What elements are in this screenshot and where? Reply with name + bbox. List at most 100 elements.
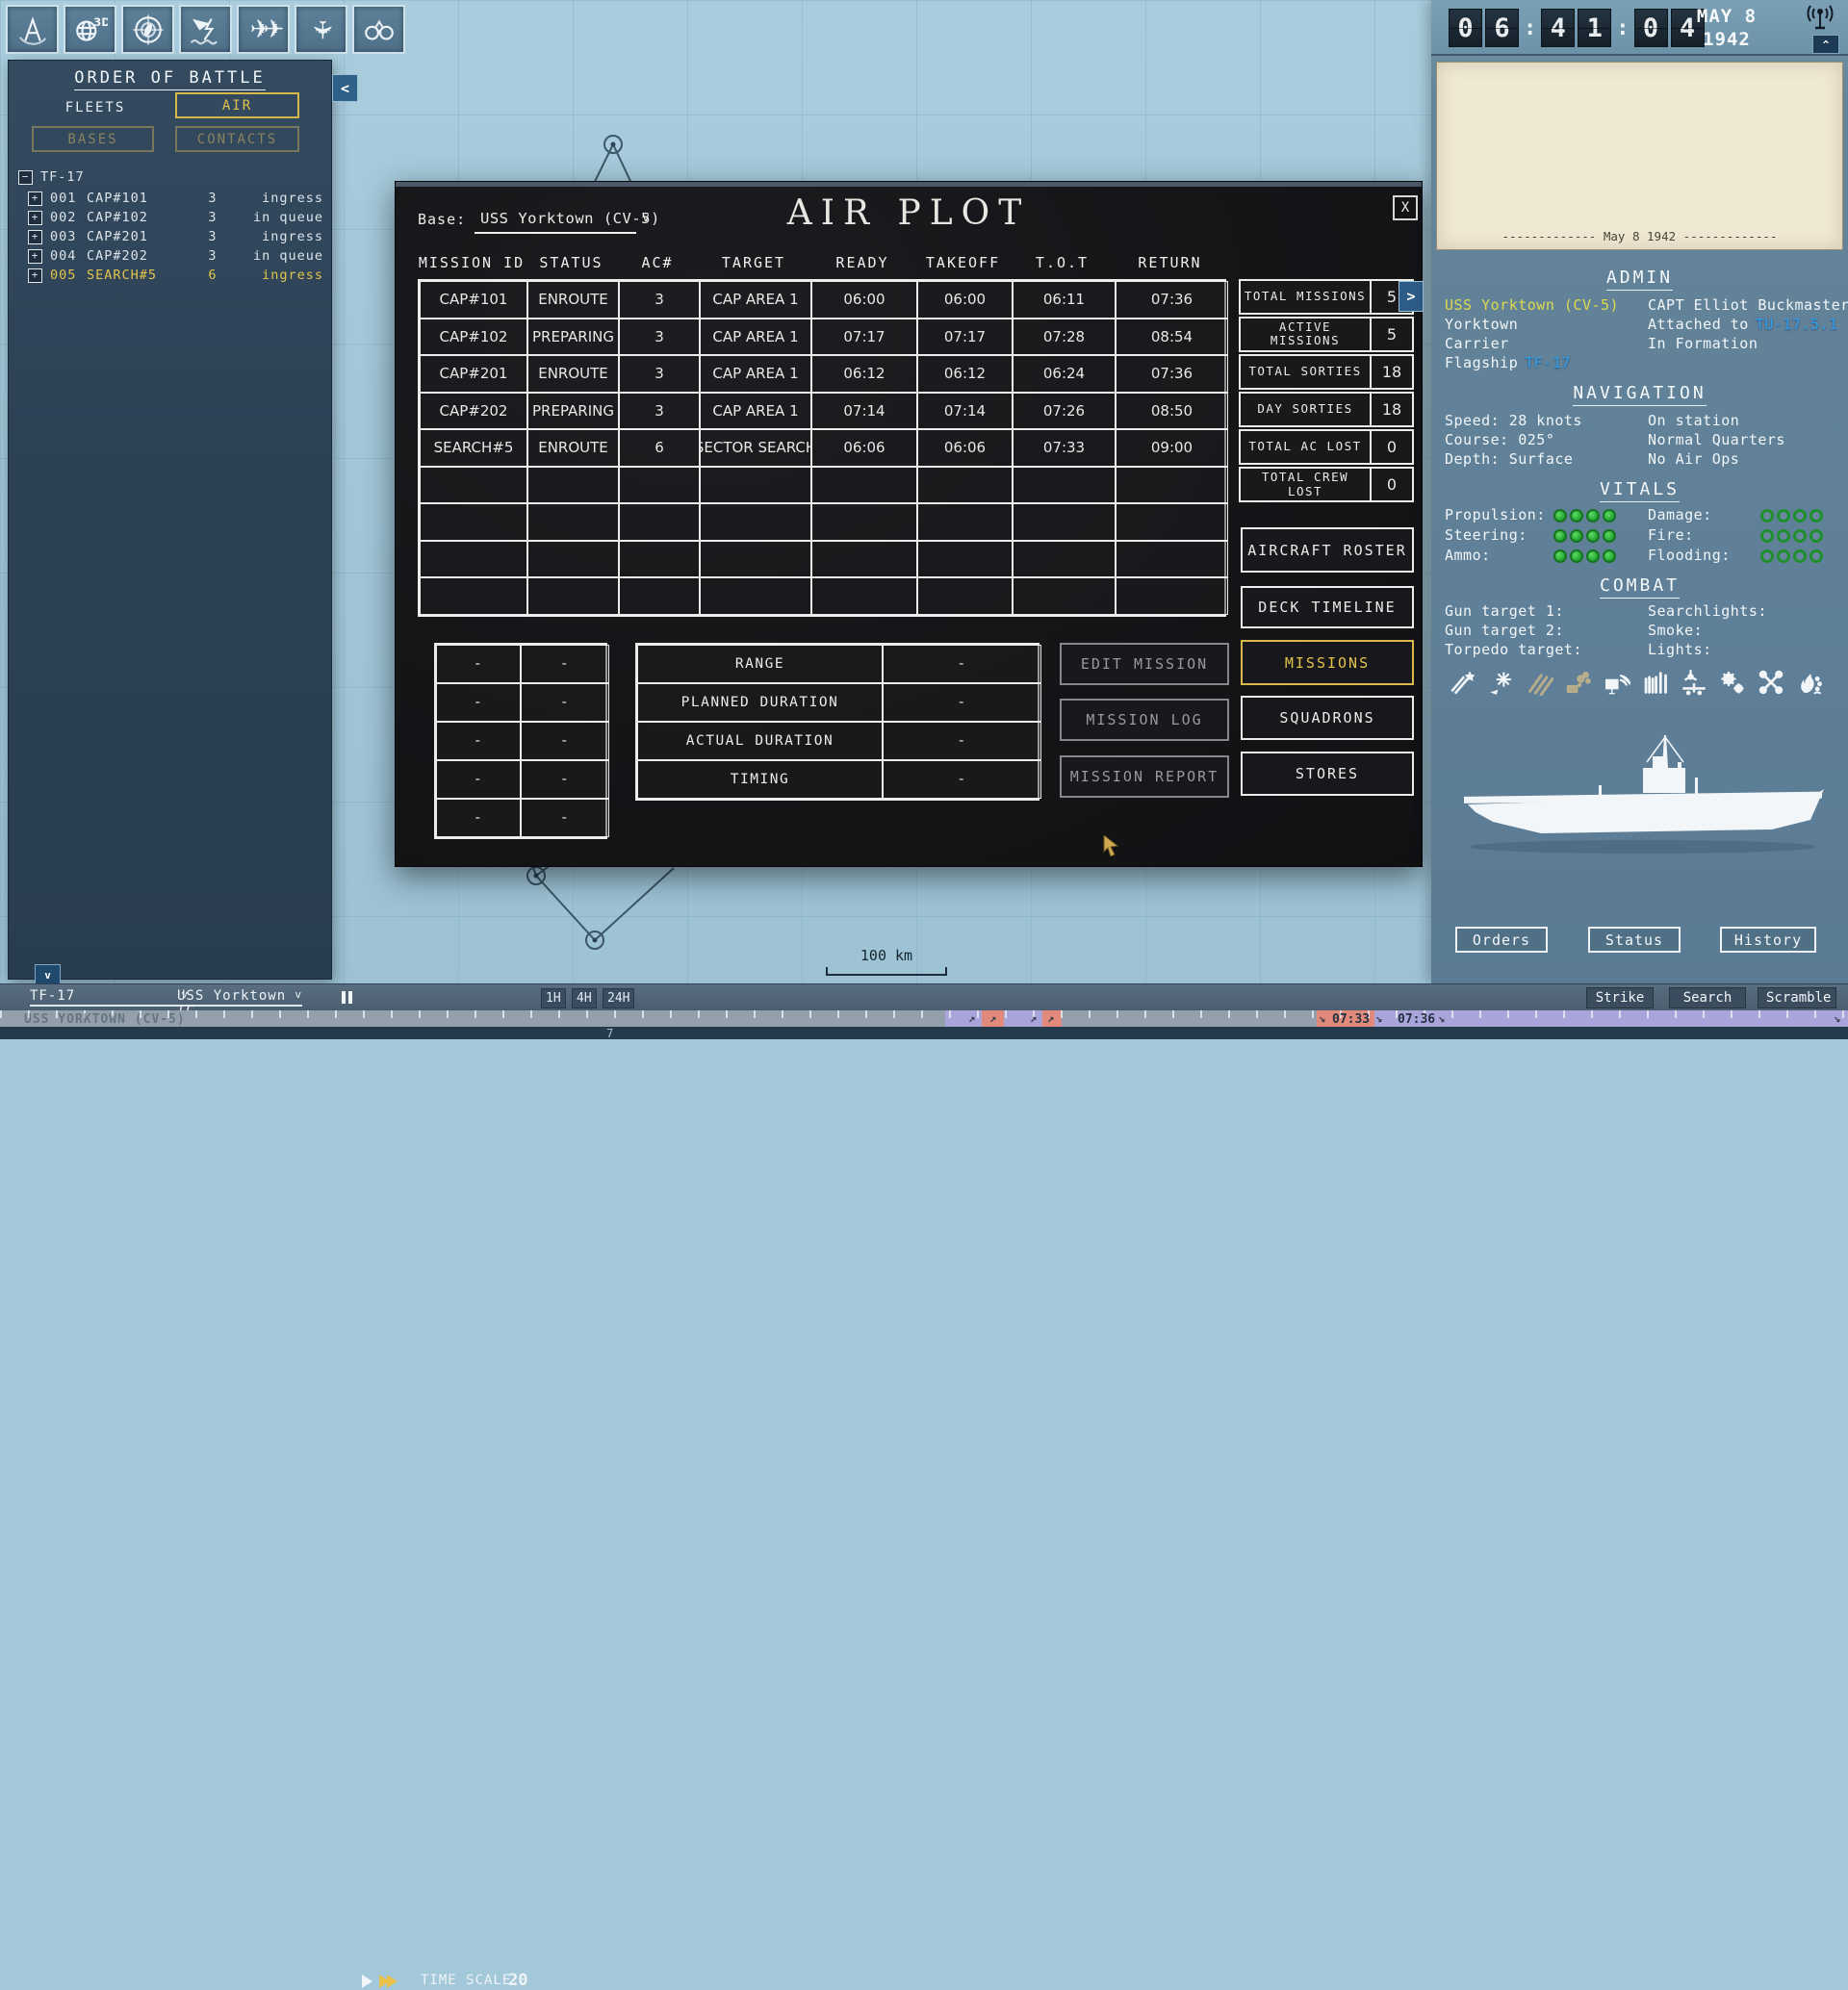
recovery-time-2: 07:36 bbox=[1398, 1012, 1435, 1027]
expand-node-icon[interactable]: + bbox=[28, 191, 42, 206]
timescale-4h-button[interactable]: 4H bbox=[572, 988, 597, 1008]
mission-totals: TOTAL MISSIONS 5 ACTIVE MISSIONS 5 TOTAL… bbox=[1239, 279, 1414, 505]
table-row[interactable]: CAP#201 bbox=[420, 355, 527, 393]
radar-scope-button[interactable] bbox=[121, 5, 174, 54]
empty-row bbox=[420, 503, 527, 541]
expand-node-icon[interactable]: + bbox=[28, 249, 42, 264]
oob-group-label: TF-17 bbox=[40, 169, 85, 185]
play-button[interactable] bbox=[362, 1975, 372, 1988]
attached-row: Attached toTU-17.5.1 bbox=[1648, 316, 1838, 333]
range-value: - bbox=[883, 645, 1041, 683]
collapse-node-icon[interactable]: − bbox=[18, 170, 33, 185]
timescale-24h-button[interactable]: 24H bbox=[603, 988, 634, 1008]
propulsion-row: Propulsion: bbox=[1445, 506, 1546, 523]
binoculars-button[interactable] bbox=[352, 5, 405, 54]
steering-row: Steering: bbox=[1445, 526, 1527, 544]
gun-strike-icon[interactable] bbox=[1447, 666, 1478, 698]
aircraft-roster-button[interactable]: AIRCRAFT ROSTER bbox=[1241, 527, 1414, 573]
fast-forward-button[interactable] bbox=[379, 1975, 398, 1988]
expand-node-icon[interactable]: + bbox=[28, 230, 42, 244]
smoke-screen-icon[interactable] bbox=[1562, 666, 1594, 698]
timescale-label: TIME SCALE: bbox=[421, 1973, 521, 1988]
base-select[interactable]: USS Yorktown (CV-5) bbox=[480, 210, 660, 227]
expand-panel-button[interactable]: > bbox=[1399, 281, 1424, 312]
drafting-compass-button[interactable] bbox=[6, 5, 59, 54]
table-row[interactable]: SEARCH#5 bbox=[420, 429, 527, 467]
squadrons-button[interactable]: SQUADRONS bbox=[1241, 696, 1414, 740]
station-status: On station bbox=[1648, 412, 1739, 429]
mission-log-button[interactable]: MISSION LOG bbox=[1060, 699, 1229, 741]
expand-node-icon[interactable]: + bbox=[28, 211, 42, 225]
chevron-up-button[interactable]: ^ bbox=[1812, 35, 1839, 54]
missions-button[interactable]: MISSIONS bbox=[1241, 640, 1414, 685]
collapse-bottom-button[interactable]: v bbox=[35, 964, 61, 985]
collapse-oob-button[interactable]: < bbox=[332, 74, 358, 102]
deck-timeline-strip[interactable]: USS YORKTOWN (CV-5) ↗ ↗ ↗ ↗ ↘ 07:33 ↘ 07… bbox=[0, 1010, 1848, 1027]
expand-node-icon[interactable]: + bbox=[28, 268, 42, 283]
hour-label: 7 bbox=[606, 1027, 613, 1040]
mission-table: CAP#101 ENROUTE 3 CAP AREA 1 06:00 06:00… bbox=[418, 279, 1226, 617]
radar-icon[interactable] bbox=[1601, 666, 1632, 698]
tu-link[interactable]: TU-17.5.1 bbox=[1756, 316, 1838, 333]
history-button[interactable]: History bbox=[1720, 927, 1816, 953]
strike-button[interactable]: Strike bbox=[1586, 987, 1654, 1008]
message-paper[interactable]: ------------- May 8 1942 ------------- bbox=[1436, 62, 1843, 250]
oob-mission-row-selected[interactable]: + 005 SEARCH#5 6 ingress bbox=[28, 267, 323, 284]
aircraft-profiles-icon: ✈ bbox=[308, 19, 333, 40]
vitals-title: VITALS bbox=[1431, 479, 1848, 499]
search-button[interactable]: Search bbox=[1669, 987, 1746, 1008]
ship-name[interactable]: USS Yorktown (CV-5) bbox=[1445, 296, 1619, 314]
tab-contacts[interactable]: CONTACTS bbox=[175, 126, 299, 152]
oob-mission-row[interactable]: + 002 CAP#102 3 in queue bbox=[28, 209, 323, 226]
close-button[interactable]: X bbox=[1393, 195, 1418, 220]
game-clock: 0 6 : 4 1 : 0 4 bbox=[1449, 9, 1705, 47]
tf-link[interactable]: TF-17 bbox=[1525, 354, 1571, 371]
base-label: Base: bbox=[418, 211, 466, 228]
stores-button[interactable]: STORES bbox=[1241, 752, 1414, 796]
damage-control-icon[interactable] bbox=[1793, 666, 1825, 698]
oob-group-row[interactable]: − TF-17 bbox=[18, 168, 323, 186]
status-button[interactable]: Status bbox=[1588, 927, 1681, 953]
torpedo-salvo-icon[interactable] bbox=[1524, 666, 1555, 698]
oob-mission-row[interactable]: + 001 CAP#101 3 ingress bbox=[28, 190, 323, 207]
combat-icon-row bbox=[1447, 666, 1825, 698]
tab-fleets[interactable]: FLEETS bbox=[38, 94, 153, 120]
chevron-down-icon[interactable]: v bbox=[642, 211, 650, 225]
actual-duration-label: ACTUAL DURATION bbox=[637, 722, 883, 760]
ammo-row: Ammo: bbox=[1445, 547, 1491, 564]
speed-value: Speed: 28 knots bbox=[1445, 412, 1582, 429]
oob-mission-row[interactable]: + 004 CAP#202 3 in queue bbox=[28, 247, 323, 265]
flak-burst-icon[interactable] bbox=[1485, 666, 1517, 698]
radar-scope-icon bbox=[131, 13, 166, 47]
range-label: RANGE bbox=[637, 645, 883, 683]
map-scale-label: 100 km bbox=[826, 947, 947, 964]
timing-value: - bbox=[883, 760, 1041, 799]
edit-mission-button[interactable]: EDIT MISSION bbox=[1060, 643, 1229, 685]
table-row[interactable]: CAP#102 bbox=[420, 319, 527, 356]
aircraft-profiles-button[interactable]: ✈ bbox=[295, 5, 347, 54]
oob-mission-row[interactable]: + 003 CAP#201 3 ingress bbox=[28, 228, 323, 245]
radio-signal-icon[interactable] bbox=[1806, 5, 1835, 32]
repair-icon[interactable] bbox=[1755, 666, 1786, 698]
timescale-1h-button[interactable]: 1H bbox=[541, 988, 566, 1008]
ship-select[interactable]: USS Yorktown (C v bbox=[177, 988, 302, 1007]
landing-mark-icon: ↘ bbox=[1319, 1011, 1325, 1025]
mission-report-button[interactable]: MISSION REPORT bbox=[1060, 755, 1229, 798]
table-row[interactable]: CAP#101 bbox=[420, 281, 527, 319]
tab-air[interactable]: AIR bbox=[175, 92, 299, 118]
pause-button[interactable] bbox=[342, 991, 352, 1004]
air-combat-button[interactable]: ✈✈ bbox=[237, 5, 290, 54]
table-row[interactable]: CAP#202 bbox=[420, 393, 527, 430]
scramble-button[interactable]: Scramble bbox=[1758, 987, 1836, 1008]
tab-bases[interactable]: BASES bbox=[32, 126, 154, 152]
ship-strike-button[interactable] bbox=[179, 5, 232, 54]
task-force-select[interactable]: TF-17 v bbox=[30, 988, 189, 1007]
orders-button[interactable]: Orders bbox=[1455, 927, 1548, 953]
flight-ops-icon[interactable] bbox=[1678, 666, 1709, 698]
globe-3d-button[interactable]: 3D bbox=[64, 5, 116, 54]
landing-mark-icon: ↘ bbox=[1834, 1011, 1840, 1025]
ammunition-icon[interactable] bbox=[1639, 666, 1671, 698]
deck-timeline-button[interactable]: DECK TIMELINE bbox=[1241, 586, 1414, 628]
engineering-icon[interactable] bbox=[1716, 666, 1748, 698]
takeoff-mark-icon: ↗ bbox=[1047, 1011, 1054, 1025]
